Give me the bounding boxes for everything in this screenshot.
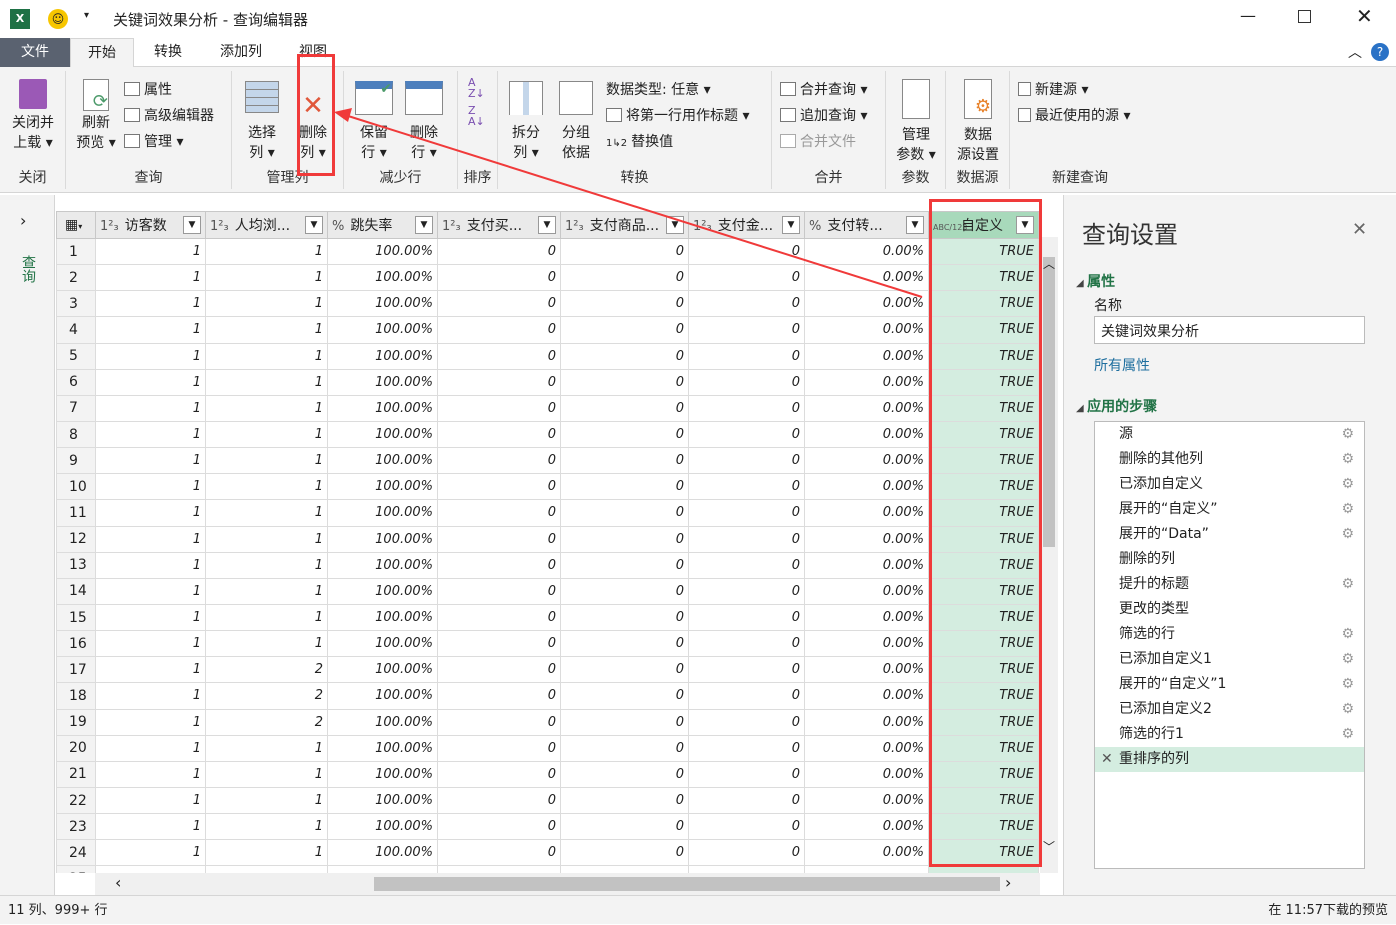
annotation-arrow <box>334 108 923 298</box>
